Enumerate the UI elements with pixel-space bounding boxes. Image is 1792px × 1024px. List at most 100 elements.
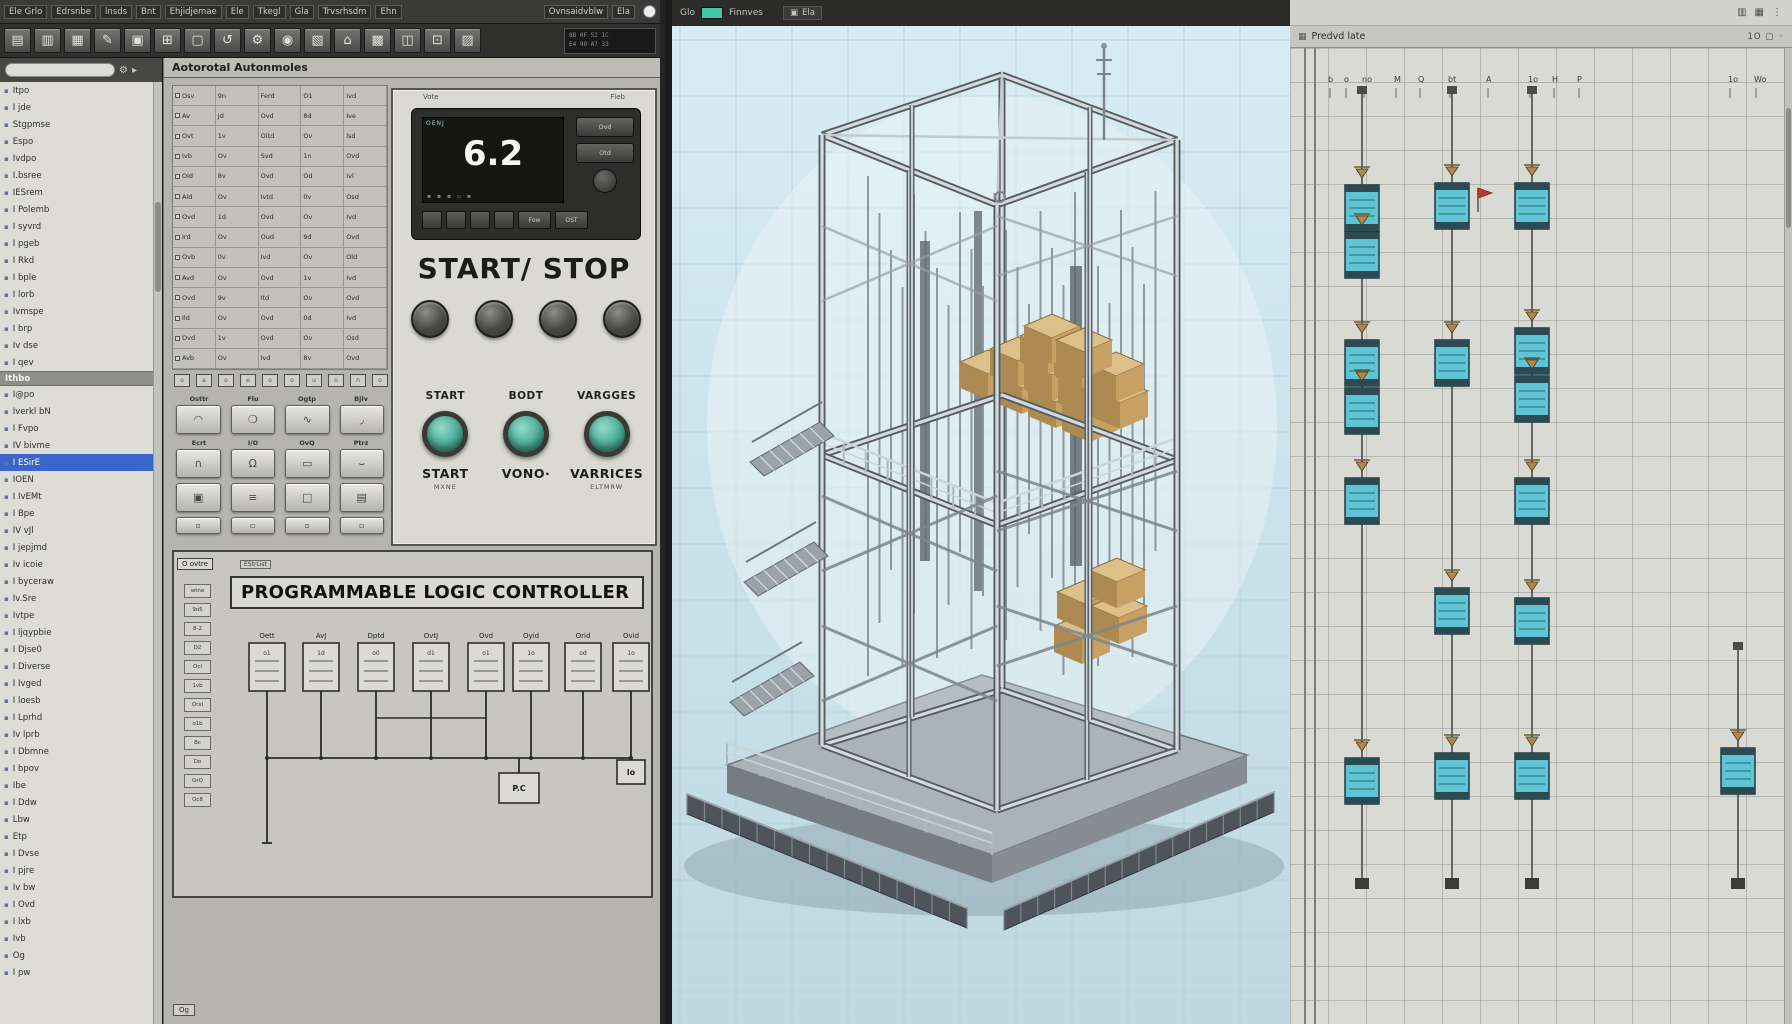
tree-item[interactable]: ▪I Ivged: [0, 675, 153, 692]
tree-item[interactable]: ▪Lbw: [0, 811, 153, 828]
menu-item[interactable]: Gla: [290, 5, 314, 19]
tree-item[interactable]: ▪Iv.Sre: [0, 590, 153, 607]
push-button[interactable]: [539, 300, 577, 338]
menu-item[interactable]: Edrsnbe: [51, 5, 96, 19]
display-wide-key[interactable]: OST: [555, 211, 588, 229]
open-folder-icon[interactable]: ▥: [34, 28, 61, 53]
window-icon[interactable]: ◫: [394, 28, 421, 53]
menu-item[interactable]: Bnt: [136, 5, 161, 19]
pattern-icon[interactable]: ▧: [304, 28, 331, 53]
frame-icon[interactable]: ▢: [184, 28, 211, 53]
tree-item[interactable]: ▪Etp: [0, 828, 153, 845]
menu-item[interactable]: Ehjidjemae: [165, 5, 222, 19]
tree-item[interactable]: ▪Iv lprb: [0, 726, 153, 743]
plc-ladder-diagram[interactable]: Oetto1AvJ1dDptdo0OvtJd1Ovdo1Oyid1oOridod…: [220, 614, 650, 894]
panel-button[interactable]: Ω: [231, 449, 276, 478]
panel-icon[interactable]: ▦: [1755, 7, 1764, 18]
tree-item[interactable]: ▪I Djse0: [0, 641, 153, 658]
settings-icon[interactable]: ⚙: [244, 28, 271, 53]
panel-button[interactable]: ▫: [231, 517, 276, 534]
panel-button[interactable]: ▤: [340, 483, 385, 512]
record-icon[interactable]: ◉: [274, 28, 301, 53]
tree-item[interactable]: ▪I.bsree: [0, 167, 153, 184]
menu-item[interactable]: Ovnsaidvblw: [544, 5, 608, 19]
menu-item[interactable]: Ele: [226, 5, 249, 19]
tree-item[interactable]: ▪Ivtpe: [0, 607, 153, 624]
search-input[interactable]: [5, 63, 115, 77]
menu-item[interactable]: Ehn: [375, 5, 401, 19]
panel-button[interactable]: ▫: [340, 517, 385, 534]
grid-icon[interactable]: ⊞: [154, 28, 181, 53]
panel-button[interactable]: ⌣: [340, 449, 385, 478]
tree-item[interactable]: ▪I bpov: [0, 760, 153, 777]
tree-item[interactable]: ▪Itpo: [0, 82, 153, 99]
tree-item[interactable]: ▪Stgpmse: [0, 116, 153, 133]
tree-item[interactable]: ▪I ESirE: [0, 454, 153, 471]
ladder-canvas[interactable]: bonoMQbtA1oHP1oWo: [1290, 48, 1792, 1024]
tree-item[interactable]: ▪I pjre: [0, 862, 153, 879]
tree-item[interactable]: ▪Iv icoie: [0, 556, 153, 573]
tree-item[interactable]: ▪I pgeb: [0, 235, 153, 252]
isometric-structure-canvas[interactable]: [672, 26, 1290, 1024]
tree-item[interactable]: ▪IOEN: [0, 471, 153, 488]
menu-item[interactable]: Tkegl: [253, 5, 286, 19]
menu-item[interactable]: Trvsrhsdm: [318, 5, 372, 19]
tree-item[interactable]: ▪I loesb: [0, 692, 153, 709]
tree-item[interactable]: ▪I@po: [0, 386, 153, 403]
display-key[interactable]: [422, 211, 442, 229]
panel-button[interactable]: ∿: [285, 405, 330, 434]
display-key[interactable]: [494, 211, 514, 229]
tree-item[interactable]: ▪Ivdpo: [0, 150, 153, 167]
tree-item[interactable]: ▪I lorb: [0, 286, 153, 303]
panel-button[interactable]: ◠: [176, 405, 221, 434]
gear-icon[interactable]: ⚙: [119, 65, 128, 76]
tree-item[interactable]: ▪I IvEMt: [0, 488, 153, 505]
home-icon[interactable]: ⌂: [334, 28, 361, 53]
tree-item[interactable]: ▪I Dvse: [0, 845, 153, 862]
tree-item[interactable]: ▪Iv dse: [0, 337, 153, 354]
panel-button[interactable]: ◞: [340, 405, 385, 434]
edit-icon[interactable]: ✎: [94, 28, 121, 53]
tree-item[interactable]: ▪I qev: [0, 354, 153, 371]
monitor-icon[interactable]: ▣: [124, 28, 151, 53]
hatch-icon[interactable]: ▨: [454, 28, 481, 53]
table-icon[interactable]: ▩: [364, 28, 391, 53]
expand-icon[interactable]: ▸: [132, 65, 137, 76]
display-function-button[interactable]: Otd: [576, 143, 634, 163]
tree-item[interactable]: ▪Ibe: [0, 777, 153, 794]
panel-button[interactable]: □: [285, 483, 330, 512]
tree-item[interactable]: ▪I Diverse: [0, 658, 153, 675]
tree-item[interactable]: ▪Espo: [0, 133, 153, 150]
tree-item[interactable]: ▪Ivb: [0, 930, 153, 947]
illuminated-push-button[interactable]: [584, 411, 630, 457]
tree-item[interactable]: ▪I Fvpo: [0, 420, 153, 437]
panel-button[interactable]: ∩: [176, 449, 221, 478]
illuminated-push-button[interactable]: [422, 411, 468, 457]
ladder-scrollbar[interactable]: [1784, 48, 1792, 1024]
sidebar-scrollbar[interactable]: [153, 82, 162, 1024]
tree-item[interactable]: ▪I Polemb: [0, 201, 153, 218]
tree-item[interactable]: ▪I byceraw: [0, 573, 153, 590]
viewport-tab[interactable]: ▣ Ela: [783, 6, 822, 20]
tree-item[interactable]: ▪IESrem: [0, 184, 153, 201]
panel-icon[interactable]: ▥: [1737, 7, 1746, 18]
tree-item[interactable]: ▪I brp: [0, 320, 153, 337]
tree-item[interactable]: ▪I pw: [0, 964, 153, 981]
display-function-button[interactable]: Ovd: [576, 117, 634, 137]
plc-tab-secondary[interactable]: EStrList: [240, 560, 271, 569]
tree-item[interactable]: ▪I jde: [0, 99, 153, 116]
new-doc-icon[interactable]: ▤: [4, 28, 31, 53]
tree-item[interactable]: ▪I Rkd: [0, 252, 153, 269]
panel-button[interactable]: ▭: [285, 449, 330, 478]
tree-item[interactable]: ▪I syvrd: [0, 218, 153, 235]
tree-item[interactable]: ▪I Lprhd: [0, 709, 153, 726]
tree-item[interactable]: ▪I jepjmd: [0, 539, 153, 556]
ladder-logic-diagram[interactable]: bonoMQbtA1oHP1oWo: [1290, 48, 1784, 1024]
tree-section-header[interactable]: Ithbo: [0, 371, 153, 386]
tree-item[interactable]: ▪I Ddw: [0, 794, 153, 811]
panel-button[interactable]: ≡: [231, 483, 276, 512]
display-knob[interactable]: [593, 169, 617, 193]
panel-button[interactable]: ❍: [231, 405, 276, 434]
tree-item[interactable]: ▪Og: [0, 947, 153, 964]
plc-tab[interactable]: O ovtre: [177, 558, 213, 570]
